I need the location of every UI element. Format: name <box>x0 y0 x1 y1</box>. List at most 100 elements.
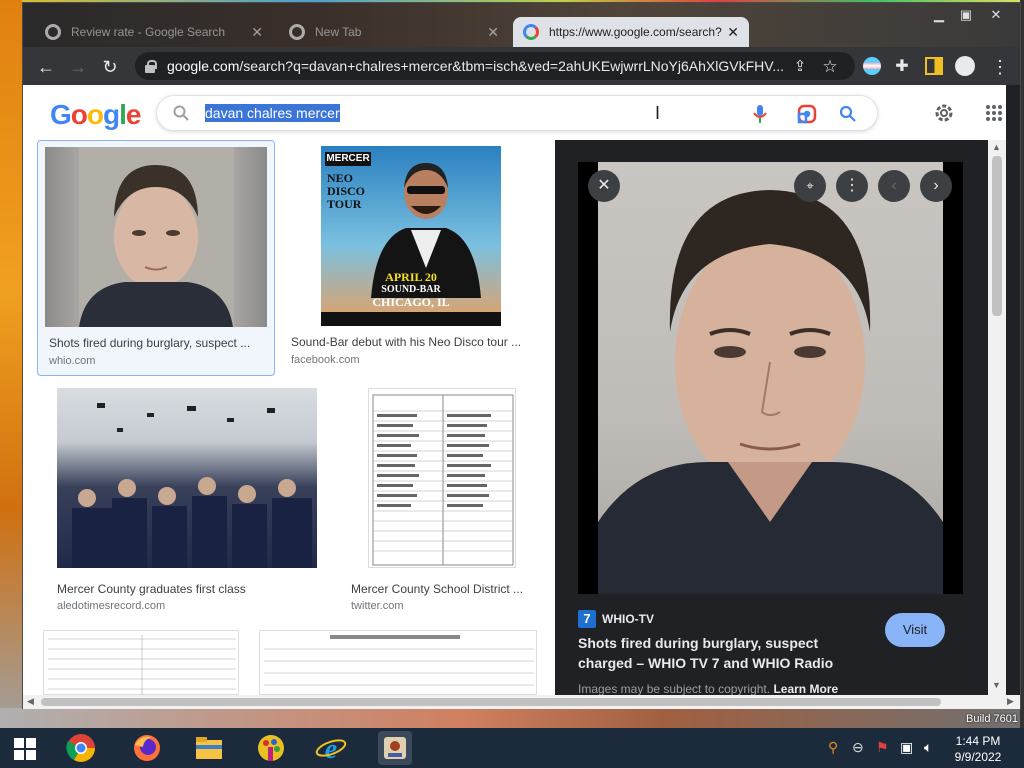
apps-grid-icon[interactable] <box>985 104 1003 122</box>
taskbar-internet-explorer-icon[interactable]: e <box>314 731 348 765</box>
taskbar-chrome-icon[interactable] <box>64 731 98 765</box>
url-path: /search?q=davan+chalres+mercer&tbm=isch&… <box>239 58 784 74</box>
result-caption[interactable]: Mercer County graduates first class <box>57 582 327 596</box>
scroll-up-icon[interactable]: ▲ <box>992 142 1001 152</box>
image-results-grid: Shots fired during burglary, suspect ...… <box>23 140 555 695</box>
search-magnifier-icon[interactable]: ⚲ <box>828 739 838 756</box>
mugshot-art <box>598 190 943 594</box>
tab-close-icon[interactable]: ✕ <box>487 24 499 41</box>
network-icon[interactable]: ▣ <box>900 739 913 756</box>
tray-minus-icon[interactable]: ⊖ <box>852 739 864 756</box>
table-thumbnail[interactable] <box>368 388 516 568</box>
close-preview-icon[interactable]: ✕ <box>588 170 620 202</box>
tab-close-icon[interactable]: ✕ <box>727 24 739 41</box>
preview-title[interactable]: Shots fired during burglary, suspect cha… <box>578 633 868 673</box>
result-card[interactable]: Mercer County graduates first class aled… <box>37 388 337 618</box>
poster-footer <box>321 312 501 326</box>
taskbar-file-explorer-icon[interactable] <box>192 731 226 765</box>
scroll-left-icon[interactable]: ◀ <box>27 696 34 707</box>
search-submit-icon[interactable] <box>839 105 856 122</box>
horizontal-scrollbar[interactable]: ◀ ▶ <box>23 695 1020 709</box>
google-lens-icon[interactable] <box>797 104 817 124</box>
tab-title: New Tab <box>315 25 362 39</box>
graduation-thumbnail[interactable] <box>57 388 317 568</box>
result-source[interactable]: aledotimesrecord.com <box>57 600 165 612</box>
result-caption[interactable]: Mercer County School District ... <box>351 582 546 596</box>
taskbar-clock[interactable]: 1:44 PM 9/9/2022 <box>948 733 1008 765</box>
vertical-scroll-thumb[interactable] <box>992 156 1002 316</box>
horizontal-scroll-thumb[interactable] <box>41 698 941 706</box>
result-caption[interactable]: Sound-Bar debut with his Neo Disco tour … <box>291 335 536 349</box>
previous-image-icon[interactable]: ‹ <box>878 170 910 202</box>
result-source[interactable]: whio.com <box>49 355 95 367</box>
action-center-flag-icon[interactable]: ⚑ <box>876 739 889 756</box>
settings-gear-icon[interactable] <box>933 102 955 124</box>
next-image-icon[interactable]: › <box>920 170 952 202</box>
tab-review-rate[interactable]: Review rate - Google Search ✕ <box>35 17 273 47</box>
reload-icon[interactable]: ↻ <box>99 56 121 78</box>
google-logo[interactable]: Google <box>50 99 141 131</box>
tab-google-search-active[interactable]: https://www.google.com/search? ✕ <box>513 17 749 47</box>
mugshot-thumbnail-art <box>79 147 234 327</box>
preview-mugshot-image[interactable] <box>598 162 943 594</box>
microphone-icon[interactable] <box>753 105 767 123</box>
chrome-window: Review rate - Google Search ✕ New Tab ✕ … <box>22 2 1021 709</box>
result-card[interactable]: MERCER NEO DISCO TOUR APRIL 20 SOUND-BAR… <box>285 140 547 376</box>
result-caption[interactable]: Shots fired during burglary, suspect ... <box>49 336 264 350</box>
result-card-selected[interactable]: Shots fired during burglary, suspect ...… <box>37 140 275 376</box>
windows-build-label: Build 7601 <box>966 713 1018 725</box>
mugshot-thumbnail[interactable] <box>45 147 267 327</box>
extension-flag-icon[interactable] <box>863 57 881 75</box>
search-input[interactable]: davan chalres mercer <box>205 104 340 122</box>
taskbar-firefox-icon[interactable] <box>130 731 164 765</box>
volume-icon[interactable]: 🔈︎ <box>924 739 932 756</box>
chrome-menu-icon[interactable]: ⋮ <box>989 56 1011 78</box>
google-favicon-icon <box>45 24 61 40</box>
clock-date: 9/9/2022 <box>954 750 1002 764</box>
windows-start-icon[interactable] <box>14 738 36 760</box>
result-source[interactable]: twitter.com <box>351 600 404 612</box>
result-card-partial[interactable] <box>43 630 239 695</box>
vertical-scrollbar[interactable]: ▲ ▼ <box>988 140 1006 695</box>
taskbar-pinball-icon[interactable] <box>378 731 412 765</box>
learn-more-link[interactable]: Learn More <box>773 682 838 695</box>
svg-text:e: e <box>325 734 337 765</box>
search-box[interactable]: davan chalres mercer I <box>156 95 878 131</box>
back-arrow-icon[interactable]: ← <box>35 56 57 78</box>
profile-avatar-icon[interactable] <box>955 56 975 76</box>
scroll-down-icon[interactable]: ▼ <box>992 680 1001 690</box>
poster-tour: NEO DISCO TOUR <box>327 171 366 211</box>
tab-title: Review rate - Google Search <box>71 25 226 39</box>
more-options-icon[interactable]: ⋮ <box>836 170 868 202</box>
forward-arrow-icon[interactable]: → <box>67 56 89 78</box>
result-card[interactable]: Mercer County School District ... twitte… <box>348 388 553 618</box>
side-panel-icon[interactable] <box>925 57 943 75</box>
extensions-puzzle-icon[interactable]: ✚ <box>891 56 913 78</box>
clock-time: 1:44 PM <box>955 734 1001 748</box>
tab-close-icon[interactable]: ✕ <box>251 24 263 41</box>
lock-icon[interactable] <box>143 59 157 73</box>
preview-source[interactable]: 7 WHIO-TV <box>578 610 654 628</box>
lens-search-icon[interactable]: ⌖ <box>794 170 826 202</box>
share-icon[interactable]: ⇪ <box>789 56 811 78</box>
chrome-favicon-icon <box>289 24 305 40</box>
address-bar[interactable]: google.com/search?q=davan+chalres+mercer… <box>135 52 855 80</box>
tab-strip: Review rate - Google Search ✕ New Tab ✕ … <box>23 3 1020 47</box>
preview-image-frame: ✕ ⌖ ⋮ ‹ › <box>578 162 963 594</box>
image-preview-panel: ✕ ⌖ ⋮ ‹ › 7 WHIO-TV Shots fired during b… <box>555 140 988 695</box>
scroll-right-icon[interactable]: ▶ <box>1007 696 1014 707</box>
copyright-text: Images may be subject to copyright. <box>578 682 771 695</box>
result-card-partial[interactable] <box>259 630 537 695</box>
close-window-icon[interactable]: ✕ <box>985 7 1007 23</box>
visit-button[interactable]: Visit <box>885 613 945 647</box>
poster-city: CHICAGO, IL <box>372 295 450 309</box>
minimize-icon[interactable]: ▁ <box>928 7 950 23</box>
taskbar-paint-icon[interactable] <box>254 731 288 765</box>
maximize-icon[interactable]: ▣ <box>955 7 977 23</box>
poster-thumbnail[interactable]: MERCER NEO DISCO TOUR APRIL 20 SOUND-BAR… <box>321 146 501 326</box>
result-source[interactable]: facebook.com <box>291 354 359 366</box>
tab-new-tab[interactable]: New Tab ✕ <box>279 17 509 47</box>
url-text[interactable]: google.com/search?q=davan+chalres+mercer… <box>167 58 787 74</box>
bookmark-star-icon[interactable]: ☆ <box>819 56 841 78</box>
google-header: Google davan chalres mercer I <box>23 85 1006 140</box>
